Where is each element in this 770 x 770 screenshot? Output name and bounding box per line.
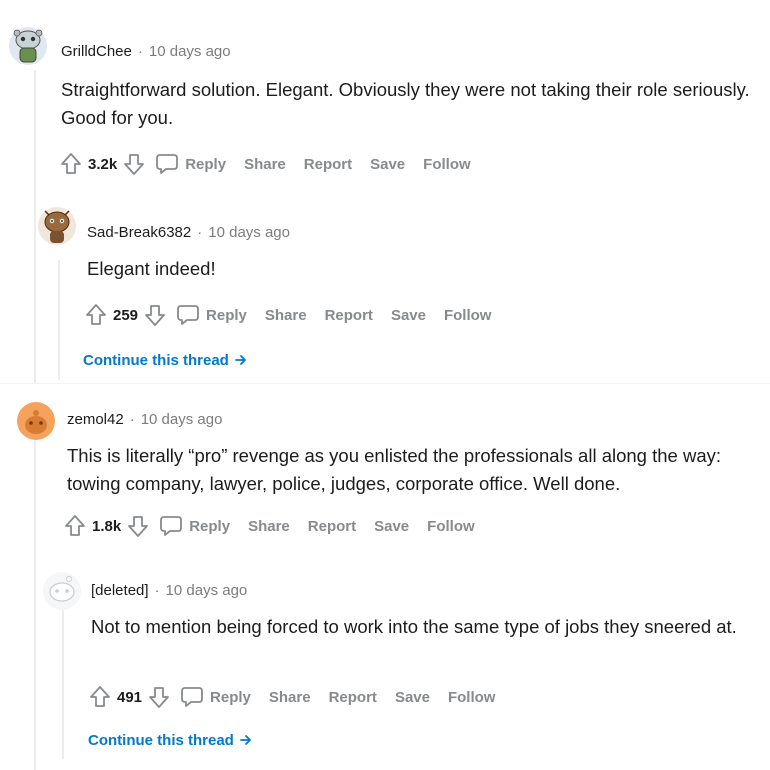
comment-bubble-icon <box>155 153 179 175</box>
follow-button[interactable]: Follow <box>427 518 475 535</box>
comment-actions: 1.8k Reply Share Report Save Follow <box>64 513 493 539</box>
username: [deleted] <box>91 582 149 599</box>
comment-bubble-icon <box>159 515 183 537</box>
comment-actions: 259 Reply Share Report Save Follow <box>85 302 509 328</box>
reply-button[interactable]: Reply <box>155 153 244 175</box>
comment-meta: GrilldChee · 10 days ago <box>61 43 231 61</box>
share-button[interactable]: Share <box>269 689 311 706</box>
comment-meta: zemol42 · 10 days ago <box>67 411 222 429</box>
follow-button[interactable]: Follow <box>423 156 471 173</box>
reply-button[interactable]: Reply <box>180 686 269 708</box>
arrow-right-icon <box>235 354 247 366</box>
separator: · <box>129 411 135 428</box>
vote-score: 491 <box>117 688 143 706</box>
follow-button[interactable]: Follow <box>444 307 492 324</box>
deleted-avatar-icon <box>43 572 81 610</box>
report-button[interactable]: Report <box>325 307 373 324</box>
username[interactable]: zemol42 <box>67 411 124 428</box>
arrow-right-icon <box>240 734 252 746</box>
comment-actions: 3.2k Reply Share Report Save Follow <box>60 151 489 177</box>
separator: · <box>154 582 160 599</box>
comment-bubble-icon <box>180 686 204 708</box>
upvote-icon[interactable] <box>60 152 82 176</box>
snoo-avatar-icon <box>38 207 76 245</box>
follow-button[interactable]: Follow <box>448 689 496 706</box>
reply-label: Reply <box>206 306 247 324</box>
save-button[interactable]: Save <box>391 307 426 324</box>
continue-thread-label: Continue this thread <box>88 732 234 749</box>
vote-score: 1.8k <box>92 517 122 535</box>
avatar[interactable] <box>37 206 77 246</box>
upvote-icon[interactable] <box>85 303 107 327</box>
reply-button[interactable]: Reply <box>159 515 248 537</box>
report-button[interactable]: Report <box>308 518 356 535</box>
comment-body: Straightforward solution. Elegant. Obvio… <box>61 79 750 128</box>
downvote-icon[interactable] <box>123 152 145 176</box>
report-button[interactable]: Report <box>329 689 377 706</box>
comment-body: Not to mention being forced to work into… <box>91 616 737 637</box>
comment-body: Elegant indeed! <box>87 258 216 279</box>
snoo-avatar-icon <box>9 27 47 65</box>
reply-button[interactable]: Reply <box>176 304 265 326</box>
avatar[interactable] <box>8 26 48 66</box>
avatar[interactable] <box>16 401 56 441</box>
save-button[interactable]: Save <box>395 689 430 706</box>
share-button[interactable]: Share <box>248 518 290 535</box>
upvote-icon[interactable] <box>64 514 86 538</box>
username[interactable]: GrilldChee <box>61 43 132 60</box>
timestamp[interactable]: 10 days ago <box>149 43 231 60</box>
continue-thread-link[interactable]: Continue this thread <box>88 732 252 749</box>
reply-label: Reply <box>210 688 251 706</box>
timestamp[interactable]: 10 days ago <box>166 582 248 599</box>
comment-actions: 491 Reply Share Report Save Follow <box>89 684 513 710</box>
save-button[interactable]: Save <box>370 156 405 173</box>
comment-body: This is literally “pro” revenge as you e… <box>67 445 721 494</box>
downvote-icon[interactable] <box>148 685 170 709</box>
downvote-icon[interactable] <box>144 303 166 327</box>
thread-line[interactable] <box>34 70 36 384</box>
comment-meta: [deleted] · 10 days ago <box>91 582 247 600</box>
downvote-icon[interactable] <box>127 514 149 538</box>
thread-line[interactable] <box>34 440 36 770</box>
avatar[interactable] <box>42 571 82 611</box>
vote-score: 259 <box>113 306 139 324</box>
share-button[interactable]: Share <box>265 307 307 324</box>
comment-thread-1: GrilldChee · 10 days ago Straightforward s… <box>0 0 770 384</box>
vote-score: 3.2k <box>88 155 118 173</box>
reply-label: Reply <box>189 517 231 535</box>
default-avatar-icon <box>17 402 55 440</box>
upvote-icon[interactable] <box>89 685 111 709</box>
continue-thread-link[interactable]: Continue this thread <box>83 352 247 369</box>
reply-label: Reply <box>185 155 227 173</box>
report-button[interactable]: Report <box>304 156 352 173</box>
separator: · <box>137 43 143 60</box>
thread-line[interactable] <box>58 260 60 380</box>
continue-thread-label: Continue this thread <box>83 352 229 369</box>
timestamp[interactable]: 10 days ago <box>141 411 223 428</box>
username[interactable]: Sad-Break6382 <box>87 224 191 241</box>
separator: · <box>197 224 203 241</box>
thread-line[interactable] <box>62 609 64 759</box>
comment-bubble-icon <box>176 304 200 326</box>
comment-meta: Sad-Break6382 · 10 days ago <box>87 224 290 242</box>
comment-thread-2: zemol42 · 10 days ago This is literally “p… <box>0 384 770 770</box>
save-button[interactable]: Save <box>374 518 409 535</box>
share-button[interactable]: Share <box>244 156 286 173</box>
timestamp[interactable]: 10 days ago <box>208 224 290 241</box>
